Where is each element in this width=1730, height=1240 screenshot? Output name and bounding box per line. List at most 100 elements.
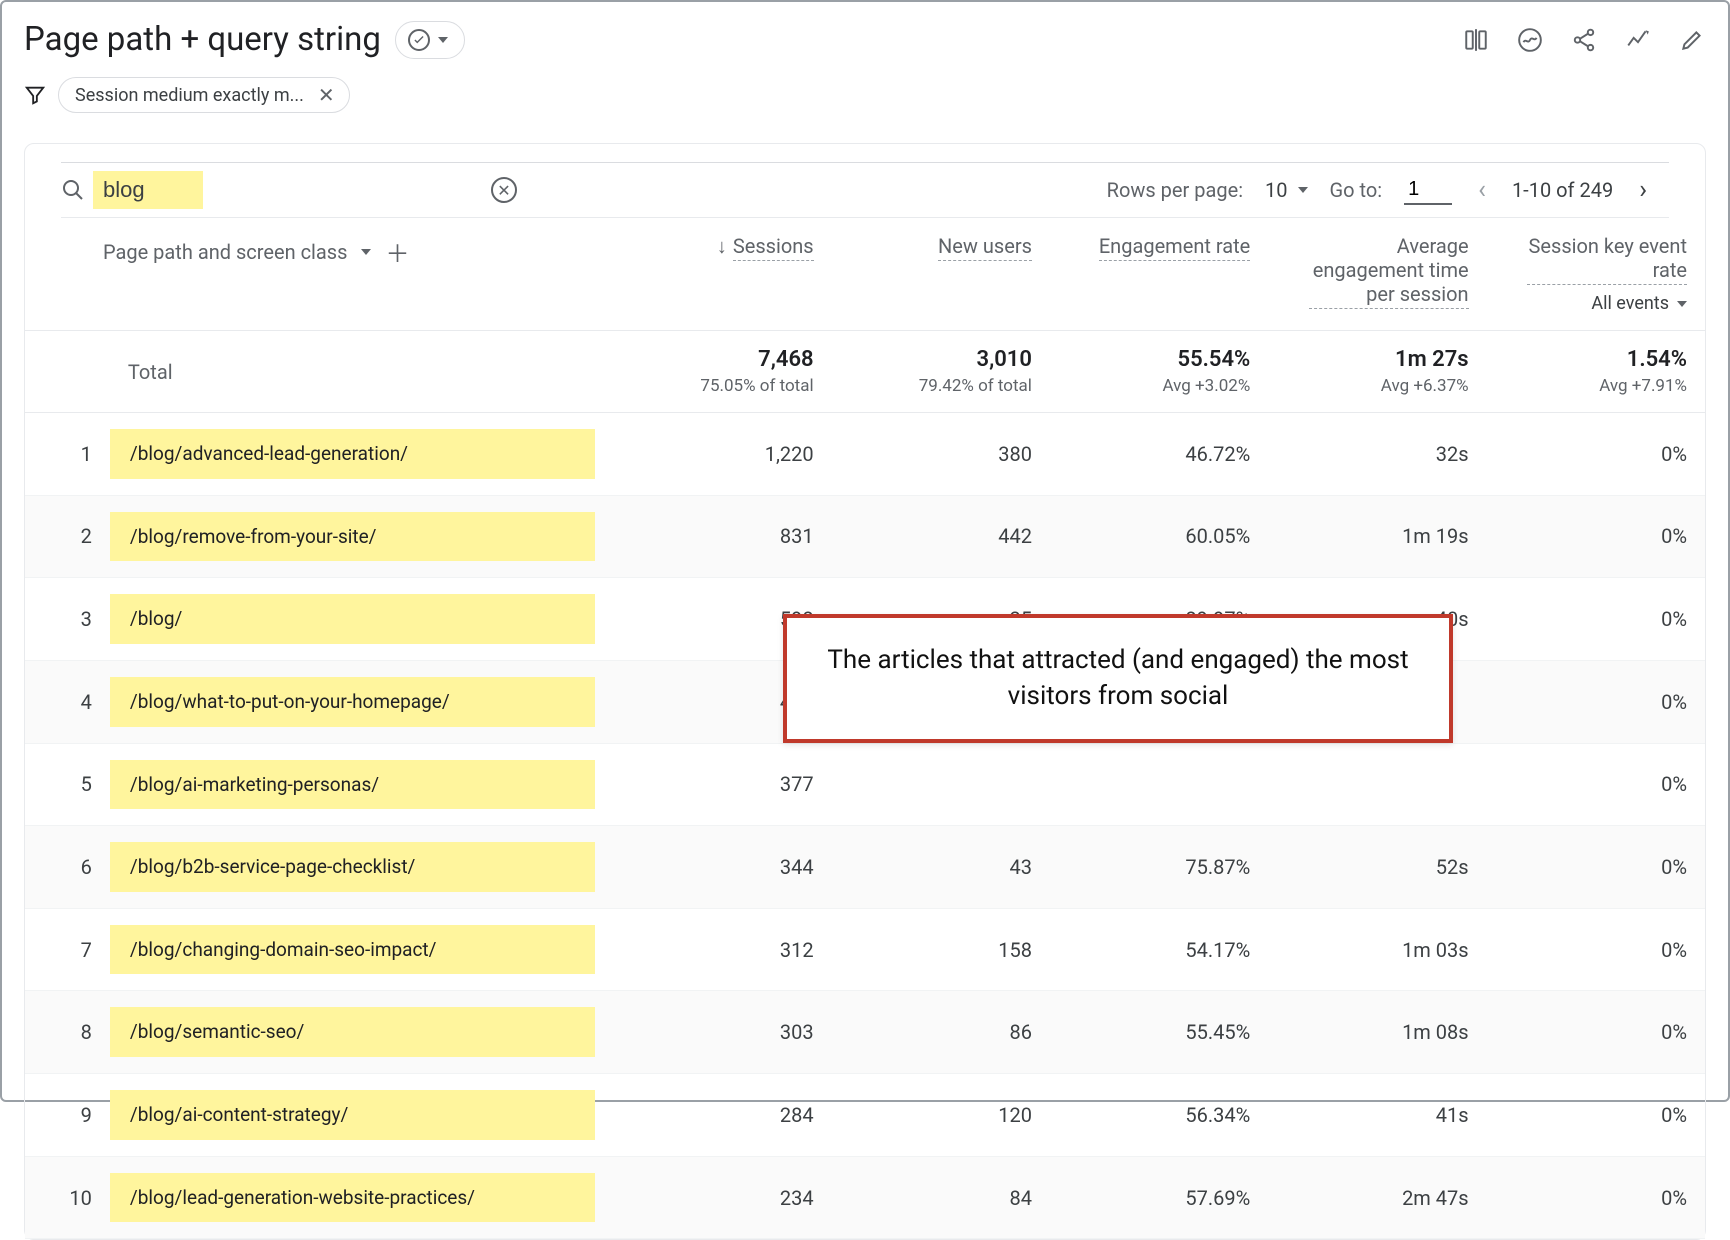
metric-cell: 86 — [832, 991, 1050, 1074]
search-input[interactable] — [93, 171, 203, 209]
page-path[interactable]: /blog/changing-domain-seo-impact/ — [110, 925, 595, 975]
goto-label: Go to: — [1330, 178, 1383, 202]
prev-page-button[interactable]: ‹ — [1474, 171, 1490, 209]
page-path[interactable]: /blog/advanced-lead-generation/ — [110, 429, 595, 479]
page-path[interactable]: /blog/what-to-put-on-your-homepage/ — [110, 677, 595, 727]
rows-per-page-label: Rows per page: — [1107, 178, 1243, 202]
metric-cell: 120 — [832, 1074, 1050, 1157]
column-header-engagement[interactable]: Engagement rate — [1050, 218, 1268, 331]
metric-cell: 1m 03s — [1268, 908, 1486, 991]
metric-cell: 158 — [832, 908, 1050, 991]
check-circle-icon — [408, 29, 430, 51]
page-path[interactable]: /blog/lead-generation-website-practices/ — [110, 1173, 595, 1223]
metric-cell: 284 — [613, 1074, 831, 1157]
metric-cell — [832, 743, 1050, 826]
next-page-button[interactable]: › — [1635, 171, 1651, 209]
metric-cell: 0% — [1487, 495, 1705, 578]
column-header-newusers[interactable]: New users — [832, 218, 1050, 331]
metric-cell: 1m 08s — [1268, 991, 1486, 1074]
metric-cell: 234 — [613, 1156, 831, 1239]
metric-cell: 54.17% — [1050, 908, 1268, 991]
metric-cell: 32s — [1268, 413, 1486, 496]
pagination: Rows per page: 10 Go to: ‹ 1-10 of 249 › — [1107, 171, 1651, 209]
page-range: 1-10 of 249 — [1512, 178, 1613, 202]
metric-cell: 0% — [1487, 413, 1705, 496]
row-index: 6 — [25, 826, 110, 909]
metric-cell: 0% — [1487, 1156, 1705, 1239]
table-row[interactable]: 8/blog/semantic-seo/3038655.45%1m 08s0% — [25, 991, 1705, 1074]
metric-cell: 55.45% — [1050, 991, 1268, 1074]
trend-icon[interactable] — [1624, 26, 1652, 54]
metric-cell: 377 — [613, 743, 831, 826]
table-row[interactable]: 10/blog/lead-generation-website-practice… — [25, 1156, 1705, 1239]
rows-per-page-select[interactable]: 10 — [1265, 178, 1307, 202]
share-icon[interactable] — [1570, 26, 1598, 54]
metric-cell: 0% — [1487, 991, 1705, 1074]
caret-down-icon — [1298, 187, 1308, 193]
column-header-sessions[interactable]: ↓Sessions — [613, 218, 831, 331]
page-path[interactable]: /blog/remove-from-your-site/ — [110, 512, 595, 562]
metric-cell: 1,220 — [613, 413, 831, 496]
column-header-avg-engagement-time[interactable]: Average engagement time per session — [1268, 218, 1486, 331]
caret-down-icon — [438, 37, 448, 43]
table-row[interactable]: 1/blog/advanced-lead-generation/1,220380… — [25, 413, 1705, 496]
metric-cell: 84 — [832, 1156, 1050, 1239]
clear-search-button[interactable]: ✕ — [491, 177, 517, 203]
row-index: 1 — [25, 413, 110, 496]
metric-cell: 2m 47s — [1268, 1156, 1486, 1239]
column-header-key-event-rate[interactable]: Session key event rate All events — [1487, 218, 1705, 331]
compare-icon[interactable] — [1462, 26, 1490, 54]
metric-cell: 831 — [613, 495, 831, 578]
table-row[interactable]: 9/blog/ai-content-strategy/28412056.34%4… — [25, 1074, 1705, 1157]
add-dimension-button[interactable]: ＋ — [385, 234, 409, 269]
page-path[interactable]: /blog/ai-marketing-personas/ — [110, 760, 595, 810]
edit-icon[interactable] — [1678, 26, 1706, 54]
totals-row: Total 7,46875.05% of total 3,01079.42% o… — [25, 331, 1705, 413]
page-path[interactable]: /blog/ai-content-strategy/ — [110, 1090, 595, 1140]
metric-cell: 0% — [1487, 908, 1705, 991]
row-index: 10 — [25, 1156, 110, 1239]
goto-input[interactable] — [1404, 176, 1452, 205]
metric-cell: 41s — [1268, 1074, 1486, 1157]
filter-chip-remove[interactable]: ✕ — [314, 81, 339, 109]
metric-cell: 380 — [832, 413, 1050, 496]
metric-cell: 303 — [613, 991, 831, 1074]
metric-cell: 0% — [1487, 1074, 1705, 1157]
metric-cell: 0% — [1487, 826, 1705, 909]
row-index: 7 — [25, 908, 110, 991]
insights-icon[interactable] — [1516, 26, 1544, 54]
report-status-dropdown[interactable] — [395, 21, 465, 59]
search-icon — [61, 178, 85, 202]
table-row[interactable]: 7/blog/changing-domain-seo-impact/312158… — [25, 908, 1705, 991]
metric-cell: 344 — [613, 826, 831, 909]
dimension-header[interactable]: Page path and screen class — [103, 240, 347, 264]
caret-down-icon — [1677, 301, 1687, 307]
metric-cell — [1268, 743, 1486, 826]
page-path[interactable]: /blog/b2b-service-page-checklist/ — [110, 842, 595, 892]
page-title: Page path + query string — [24, 20, 381, 59]
metric-cell: 442 — [832, 495, 1050, 578]
annotation-callout: The articles that attracted (and engaged… — [783, 614, 1453, 743]
metric-cell: 0% — [1487, 660, 1705, 743]
caret-down-icon — [361, 249, 371, 255]
metric-cell: 56.34% — [1050, 1074, 1268, 1157]
metric-cell: 52s — [1268, 826, 1486, 909]
table-row[interactable]: 2/blog/remove-from-your-site/83144260.05… — [25, 495, 1705, 578]
table-row[interactable]: 5/blog/ai-marketing-personas/3770% — [25, 743, 1705, 826]
filter-bar: Session medium exactly m... ✕ — [24, 77, 1706, 113]
row-index: 2 — [25, 495, 110, 578]
row-index: 9 — [25, 1074, 110, 1157]
metric-cell: 46.72% — [1050, 413, 1268, 496]
report-card: ✕ Rows per page: 10 Go to: ‹ 1-10 of 249… — [24, 143, 1706, 1240]
page-path[interactable]: /blog/semantic-seo/ — [110, 1007, 595, 1057]
event-filter-select[interactable]: All events — [1505, 293, 1687, 314]
metric-cell: 43 — [832, 826, 1050, 909]
row-index: 3 — [25, 578, 110, 661]
metric-cell: 75.87% — [1050, 826, 1268, 909]
filter-icon[interactable] — [24, 84, 46, 106]
metric-cell: 57.69% — [1050, 1156, 1268, 1239]
table-row[interactable]: 6/blog/b2b-service-page-checklist/344437… — [25, 826, 1705, 909]
filter-chip[interactable]: Session medium exactly m... ✕ — [58, 77, 350, 113]
row-index: 4 — [25, 660, 110, 743]
page-path[interactable]: /blog/ — [110, 594, 595, 644]
